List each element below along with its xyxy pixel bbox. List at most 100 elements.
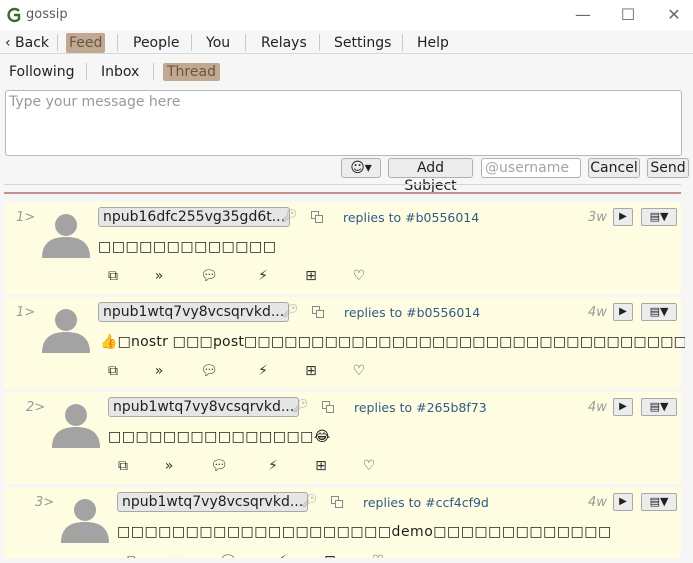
zap-icon[interactable]: ⚡︎ (254, 362, 272, 380)
quote-icon[interactable]: » (150, 362, 168, 380)
reaction-icon[interactable]: ⊞ (321, 552, 339, 558)
open-note-button[interactable]: ▶ (613, 303, 633, 321)
menu-feed[interactable]: Feed (66, 33, 106, 53)
author-name[interactable]: npub1wtq7vy8vcsqrvkd... (98, 302, 290, 322)
heart-icon[interactable]: ♡ (350, 267, 368, 285)
note-menu-button[interactable]: ▤▼ (641, 398, 677, 416)
author-name[interactable]: npub16dfc255vg35gd6t... (98, 207, 291, 227)
message-input[interactable]: Type your message here (5, 90, 682, 156)
reply-icon[interactable]: 💬︎ (200, 362, 218, 380)
copy-icon[interactable] (331, 496, 343, 508)
tab-separator (86, 63, 87, 80)
note-content: □□□□□□□□□□□□□□□□□□□□demo□□□□□□□□□□□□□ (117, 524, 612, 540)
heart-icon[interactable]: ♡ (369, 552, 387, 558)
key-icon: 🔑︎ (292, 399, 309, 414)
note-card: 2> npub1wtq7vy8vcsqrvkd... 🔑︎ replies to… (4, 392, 681, 484)
zap-icon[interactable]: ⚡︎ (264, 457, 282, 475)
note-card: 1> npub16dfc255vg35gd6t... 🔑︎ replies to… (4, 202, 681, 294)
message-placeholder: Type your message here (9, 94, 181, 110)
minimize-button[interactable]: — (571, 3, 595, 27)
send-button[interactable]: Send (647, 158, 689, 178)
open-note-button[interactable]: ▶ (613, 493, 633, 511)
username-input[interactable]: @username (481, 158, 581, 178)
gossip-logo-icon (7, 7, 21, 23)
zap-icon[interactable]: ⚡︎ (273, 552, 291, 558)
app-title: gossip (26, 7, 68, 22)
open-note-button[interactable]: ▶ (613, 208, 633, 226)
note-depth: 1> (16, 305, 36, 320)
reply-icon[interactable]: 💬︎ (200, 267, 218, 285)
menu-people[interactable]: People (133, 33, 180, 53)
copy-icon[interactable] (312, 306, 324, 318)
note-menu-button[interactable]: ▤▼ (641, 208, 677, 226)
reaction-icon[interactable]: ⊞ (312, 457, 330, 475)
note-depth: 3> (35, 495, 55, 510)
back-button[interactable]: ‹ Back (5, 33, 49, 53)
maximize-button[interactable]: ☐ (616, 3, 640, 27)
quote-icon[interactable]: » (160, 457, 178, 475)
replies-to-link[interactable]: replies to #b0556014 (343, 210, 479, 225)
open-note-button[interactable]: ▶ (613, 398, 633, 416)
tab-following[interactable]: Following (9, 63, 75, 81)
reply-icon[interactable]: 💬︎ (210, 457, 228, 475)
menu-separator (319, 34, 320, 51)
reaction-icon[interactable]: ⊞ (302, 362, 320, 380)
heart-icon[interactable]: ♡ (350, 362, 368, 380)
note-content: □□□□□□□□□□□□□ (98, 239, 277, 255)
note-age: 4w (588, 495, 607, 510)
replies-to-link[interactable]: replies to #265b8f73 (354, 400, 487, 415)
thread-view: 1> npub16dfc255vg35gd6t... 🔑︎ replies to… (4, 184, 685, 558)
emoji-picker-button[interactable]: ☺▾ (341, 158, 381, 178)
avatar[interactable] (61, 495, 109, 543)
avatar[interactable] (52, 400, 100, 448)
note-actions: ⧉ » 💬︎ ⚡︎ ⊞ ♡ (123, 552, 403, 558)
close-button[interactable]: ✕ (662, 3, 686, 27)
divider (4, 184, 681, 185)
replies-to-link[interactable]: replies to #b0556014 (344, 305, 480, 320)
avatar[interactable] (42, 305, 90, 353)
menu-separator (191, 34, 192, 51)
tab-inbox[interactable]: Inbox (101, 63, 139, 81)
reaction-icon[interactable]: ⊞ (302, 267, 320, 285)
menu-relays[interactable]: Relays (261, 33, 307, 53)
note-menu-button[interactable]: ▤▼ (641, 493, 677, 511)
note-card: 3> npub1wtq7vy8vcsqrvkd... 🔑︎ replies to… (4, 487, 681, 558)
menu-you[interactable]: You (206, 33, 230, 53)
note-actions: ⧉ » 💬︎ ⚡︎ ⊞ ♡ (104, 362, 384, 380)
menu-separator (245, 34, 246, 51)
author-name[interactable]: npub1wtq7vy8vcsqrvkd... (108, 397, 300, 417)
quote-icon[interactable]: » (150, 267, 168, 285)
tab-separator (153, 63, 154, 80)
thread-scrollbar[interactable] (685, 184, 691, 558)
menu-separator (117, 34, 118, 51)
menu-settings[interactable]: Settings (334, 33, 391, 53)
heart-icon[interactable]: ♡ (360, 457, 378, 475)
feed-tabs: Following Inbox Thread (0, 57, 693, 85)
key-icon: 🔑︎ (281, 209, 298, 224)
menu-separator (402, 34, 403, 51)
menu-help[interactable]: Help (417, 33, 449, 53)
zap-icon[interactable]: ⚡︎ (254, 267, 272, 285)
repost-icon[interactable]: ⧉ (104, 362, 122, 380)
note-actions: ⧉ » 💬︎ ⚡︎ ⊞ ♡ (114, 457, 394, 475)
repost-icon[interactable]: ⧉ (123, 552, 141, 558)
note-age: 4w (588, 305, 607, 320)
author-name[interactable]: npub1wtq7vy8vcsqrvkd... (117, 492, 309, 512)
quote-icon[interactable]: » (169, 552, 187, 558)
cancel-button[interactable]: Cancel (588, 158, 640, 178)
note-depth: 2> (26, 400, 46, 415)
note-age: 4w (588, 400, 607, 415)
repost-icon[interactable]: ⧉ (104, 267, 122, 285)
key-icon: 🔑︎ (282, 304, 299, 319)
avatar[interactable] (42, 210, 90, 258)
main-menu: ‹ Back Feed People You Relays Settings H… (0, 30, 693, 54)
reply-icon[interactable]: 💬︎ (219, 552, 237, 558)
note-menu-button[interactable]: ▤▼ (641, 303, 677, 321)
copy-icon[interactable] (311, 211, 323, 223)
add-subject-button[interactable]: Add Subject (388, 158, 473, 194)
note-age: 3w (588, 210, 607, 225)
copy-icon[interactable] (322, 401, 334, 413)
tab-thread[interactable]: Thread (163, 63, 220, 81)
replies-to-link[interactable]: replies to #ccf4cf9d (363, 495, 489, 510)
repost-icon[interactable]: ⧉ (114, 457, 132, 475)
